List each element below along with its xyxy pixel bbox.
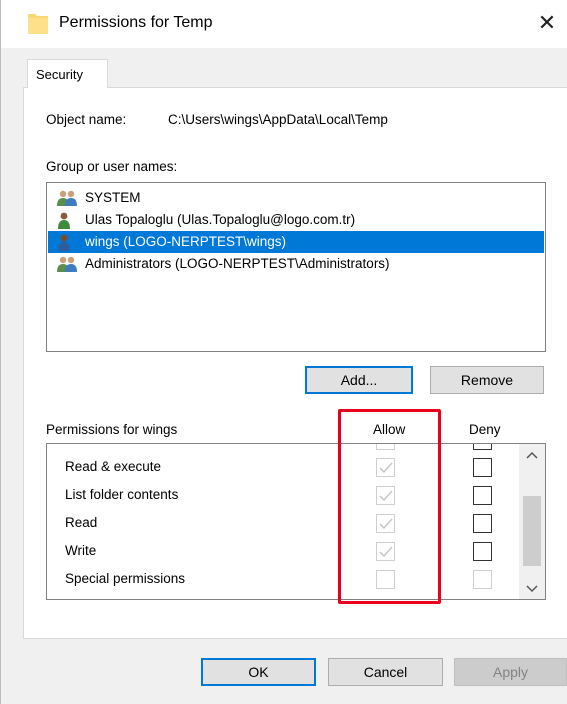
deny-column-header: Deny — [469, 422, 501, 437]
title-bar[interactable]: Permissions for Temp ✕ — [1, 0, 567, 48]
user-name: wings (LOGO-NERPTEST\wings) — [85, 234, 287, 249]
allow-checkbox — [376, 514, 395, 533]
permissions-list[interactable]: Read & execute List folder contents Read… — [46, 443, 546, 600]
group-users-icon — [57, 190, 77, 206]
group-users-icon — [57, 256, 77, 272]
cancel-button[interactable]: Cancel — [328, 658, 443, 686]
user-icon — [58, 234, 70, 251]
permissions-dialog: Permissions for Temp ✕ Security Object n… — [0, 0, 567, 704]
list-item-wings[interactable]: wings (LOGO-NERPTEST\wings) — [48, 231, 544, 253]
deny-checkbox[interactable] — [473, 444, 492, 450]
list-item-system[interactable]: SYSTEM — [48, 187, 544, 209]
user-name: SYSTEM — [85, 190, 141, 205]
permission-name: Special permissions — [65, 571, 186, 586]
user-name: Ulas Topaloglu (Ulas.Topaloglu@logo.com.… — [85, 212, 356, 227]
list-item-administrators[interactable]: Administrators (LOGO-NERPTEST\Administra… — [48, 253, 544, 275]
apply-button: Apply — [454, 658, 567, 686]
permission-name: Write — [65, 543, 97, 558]
close-button[interactable]: ✕ — [531, 8, 563, 40]
tab-security[interactable]: Security — [27, 59, 108, 88]
window-title: Permissions for Temp — [59, 14, 213, 31]
allow-checkbox — [376, 444, 395, 450]
user-list[interactable]: SYSTEM Ulas Topaloglu (Ulas.Topaloglu@lo… — [46, 182, 546, 352]
scroll-down-arrow-icon[interactable] — [519, 580, 545, 598]
allow-checkbox — [376, 542, 395, 561]
deny-checkbox[interactable] — [473, 486, 492, 505]
object-name-label: Object name: — [46, 112, 127, 127]
allow-checkbox — [376, 458, 395, 477]
list-item-ulas[interactable]: Ulas Topaloglu (Ulas.Topaloglu@logo.com.… — [48, 209, 544, 231]
deny-checkbox[interactable] — [473, 458, 492, 477]
folder-icon — [28, 14, 48, 34]
allow-checkbox — [376, 486, 395, 505]
ok-button[interactable]: OK — [201, 658, 316, 686]
user-name: Administrators (LOGO-NERPTEST\Administra… — [85, 256, 390, 271]
user-icon — [58, 212, 70, 229]
permissions-scrollbar[interactable] — [519, 444, 545, 599]
permission-name: Read — [65, 515, 98, 530]
group-user-names-label: Group or user names: — [46, 159, 178, 174]
permission-name: Read & execute — [65, 459, 162, 474]
permissions-for-label: Permissions for wings — [46, 422, 178, 437]
scroll-up-arrow-icon[interactable] — [519, 446, 545, 464]
scroll-thumb[interactable] — [523, 496, 541, 566]
object-name-value: C:\Users\wings\AppData\Local\Temp — [168, 112, 388, 127]
deny-checkbox — [473, 570, 492, 589]
permission-name: List folder contents — [65, 487, 179, 502]
deny-checkbox[interactable] — [473, 542, 492, 561]
remove-button[interactable]: Remove — [430, 366, 544, 394]
deny-checkbox[interactable] — [473, 514, 492, 533]
allow-column-header: Allow — [373, 422, 406, 437]
add-button[interactable]: Add... — [305, 366, 413, 394]
allow-checkbox — [376, 570, 395, 589]
